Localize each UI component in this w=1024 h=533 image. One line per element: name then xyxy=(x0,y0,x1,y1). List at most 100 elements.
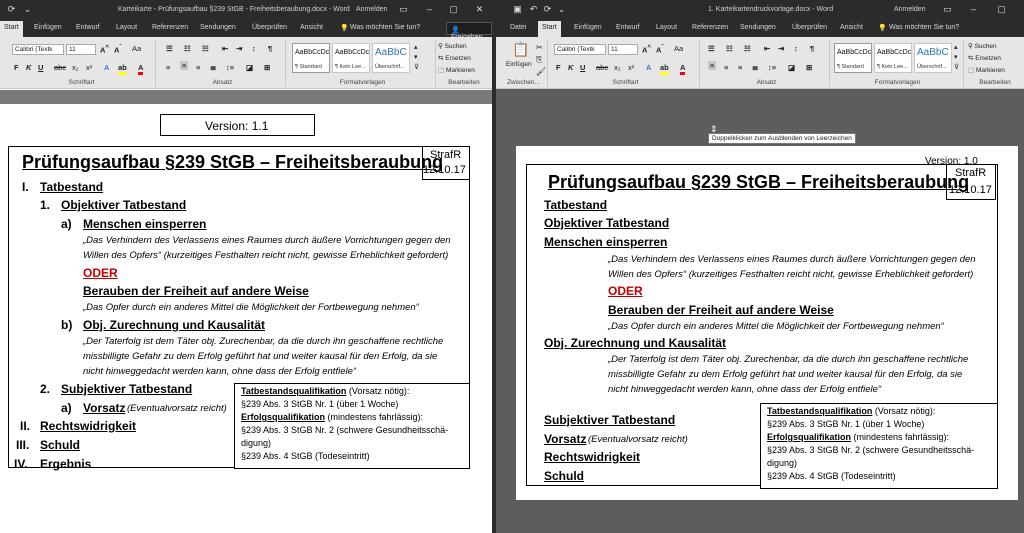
share-button[interactable]: 👤 Freigeben xyxy=(446,22,492,41)
grow-font-icon[interactable]: A^ xyxy=(100,44,109,55)
indent-icon[interactable]: ⇥ xyxy=(778,44,784,53)
tab-referenzen[interactable]: Referenzen xyxy=(152,24,188,31)
ribbon-display-icon[interactable]: ▭ xyxy=(942,4,953,15)
signin-link[interactable]: Anmelden xyxy=(894,6,926,13)
shading-icon[interactable]: ◪ xyxy=(788,63,795,72)
numbering-icon[interactable]: ☷ xyxy=(726,44,733,53)
tab-ueberpruefen[interactable]: Überprüfen xyxy=(792,24,827,31)
styles-scroll-icon[interactable]: ▴ ▾ ⊽ xyxy=(954,43,959,73)
sort-icon[interactable]: ↕ xyxy=(794,44,798,53)
superscript-button[interactable]: x² xyxy=(86,63,92,72)
tab-einfuegen[interactable]: Einfügen xyxy=(34,24,62,31)
search-button[interactable]: ⚲ Suchen xyxy=(438,42,467,50)
font-color-icon[interactable]: A xyxy=(138,63,144,75)
paste-icon[interactable]: 📋 xyxy=(512,41,529,58)
text-effect-icon[interactable]: A xyxy=(646,63,651,72)
align-center-icon[interactable]: ≡ xyxy=(724,63,728,72)
tell-me-input[interactable]: Was möchten Sie tun? xyxy=(889,24,959,31)
ribbon-display-icon[interactable]: ▭ xyxy=(398,4,409,15)
font-color-icon[interactable]: A xyxy=(680,63,686,75)
tab-layout[interactable]: Layout xyxy=(116,24,137,31)
tab-datei[interactable]: Datei xyxy=(510,24,526,31)
replace-button[interactable]: ⇆ Ersetzen xyxy=(438,54,471,62)
font-size-combo[interactable]: 11 xyxy=(66,44,96,55)
tell-me-input[interactable]: Was möchten Sie tun? xyxy=(350,24,420,31)
style-standard[interactable]: AaBbCcDc ¶ Standard xyxy=(292,43,330,73)
numbering-icon[interactable]: ☷ xyxy=(184,44,191,53)
case-icon[interactable]: Aa xyxy=(132,44,141,53)
line-spacing-icon[interactable]: ↕≡ xyxy=(768,63,776,72)
styles-scroll-icon[interactable]: ▴ ▾ ⊽ xyxy=(414,43,419,73)
bold-button[interactable]: F xyxy=(556,63,561,72)
text-effect-icon[interactable]: A xyxy=(104,63,109,72)
line-spacing-icon[interactable]: ↕≡ xyxy=(226,63,234,72)
replace-button[interactable]: ⇆ Ersetzen xyxy=(968,54,1001,62)
tab-ansicht[interactable]: Ansicht xyxy=(840,24,863,31)
pilcrow-icon[interactable]: ¶ xyxy=(810,44,814,53)
maximize-icon[interactable]: ▢ xyxy=(448,4,459,15)
document-page[interactable]: Version: 1.0 StrafR 12.10.17 Prüfungsauf… xyxy=(516,146,1018,500)
select-button[interactable]: ⬚ Markieren xyxy=(968,66,1005,74)
redo-icon[interactable]: ⟳ xyxy=(542,4,553,15)
subscript-button[interactable]: x₂ xyxy=(72,63,79,72)
shrink-font-icon[interactable]: Aˇ xyxy=(656,44,664,55)
tab-start[interactable]: Start xyxy=(538,21,561,37)
indent-icon[interactable]: ⇥ xyxy=(236,44,242,53)
chevron-down-icon[interactable]: ⌄ xyxy=(22,4,33,15)
borders-icon[interactable]: ⊞ xyxy=(264,63,270,72)
italic-button[interactable]: K xyxy=(568,63,573,72)
subscript-button[interactable]: x₂ xyxy=(614,63,621,72)
paste-label[interactable]: Einfügen xyxy=(506,61,532,68)
highlight-icon[interactable]: ab xyxy=(660,63,669,75)
close-icon[interactable]: ✕ xyxy=(474,4,485,15)
underline-button[interactable]: U xyxy=(38,63,43,72)
style-standard[interactable]: AaBbCcDc ¶ Standard xyxy=(834,43,872,73)
outdent-icon[interactable]: ⇤ xyxy=(222,44,228,53)
italic-button[interactable]: K xyxy=(26,63,31,72)
search-button[interactable]: ⚲ Suchen xyxy=(968,42,997,50)
align-right-icon[interactable]: ≡ xyxy=(738,63,742,72)
font-name-combo[interactable]: Calibri (Textk xyxy=(554,44,606,55)
strikethrough-button[interactable]: abc xyxy=(596,63,608,72)
case-icon[interactable]: Aa xyxy=(674,44,683,53)
tab-layout[interactable]: Layout xyxy=(656,24,677,31)
tab-referenzen[interactable]: Referenzen xyxy=(692,24,728,31)
minimize-icon[interactable]: – xyxy=(424,4,435,15)
tab-entwurf[interactable]: Entwurf xyxy=(76,24,100,31)
tab-sendungen[interactable]: Sendungen xyxy=(200,24,236,31)
sort-icon[interactable]: ↕ xyxy=(252,44,256,53)
underline-button[interactable]: U xyxy=(580,63,585,72)
outdent-icon[interactable]: ⇤ xyxy=(764,44,770,53)
align-right-icon[interactable]: ≡ xyxy=(196,63,200,72)
font-size-combo[interactable]: 11 xyxy=(608,44,638,55)
bold-button[interactable]: F xyxy=(14,63,19,72)
multilevel-icon[interactable]: ☵ xyxy=(744,44,751,53)
align-center-icon[interactable]: ≡ xyxy=(180,61,189,70)
align-left-icon[interactable]: ≡ xyxy=(166,63,170,72)
signin-link[interactable]: Anmelden xyxy=(356,6,388,13)
tab-sendungen[interactable]: Sendungen xyxy=(740,24,776,31)
save-icon[interactable]: ▣ xyxy=(512,4,523,15)
tab-start[interactable]: Start xyxy=(0,21,23,37)
chevron-down-icon[interactable]: ⌄ xyxy=(556,4,567,15)
style-heading[interactable]: AaBbC Überschrif... xyxy=(372,43,410,73)
format-painter-icon[interactable]: 🖌 xyxy=(536,67,546,76)
strikethrough-button[interactable]: abc xyxy=(54,63,66,72)
grow-font-icon[interactable]: A^ xyxy=(642,44,651,55)
select-button[interactable]: ⬚ Markieren xyxy=(438,66,475,74)
highlight-icon[interactable]: ab xyxy=(118,63,127,75)
pilcrow-icon[interactable]: ¶ xyxy=(268,44,272,53)
justify-icon[interactable]: ≣ xyxy=(210,63,216,72)
justify-icon[interactable]: ≣ xyxy=(752,63,758,72)
tab-ueberpruefen[interactable]: Überprüfen xyxy=(252,24,287,31)
tab-entwurf[interactable]: Entwurf xyxy=(616,24,640,31)
minimize-icon[interactable]: – xyxy=(968,4,979,15)
undo-icon[interactable]: ↶ xyxy=(528,4,539,15)
maximize-icon[interactable]: ▢ xyxy=(996,4,1007,15)
tab-ansicht[interactable]: Ansicht xyxy=(300,24,323,31)
font-name-combo[interactable]: Calibri (Textk xyxy=(12,44,64,55)
tab-einfuegen[interactable]: Einfügen xyxy=(574,24,602,31)
bullets-icon[interactable]: ☰ xyxy=(166,44,173,53)
shrink-font-icon[interactable]: Aˇ xyxy=(114,44,122,55)
refresh-icon[interactable]: ⟳ xyxy=(6,4,17,15)
